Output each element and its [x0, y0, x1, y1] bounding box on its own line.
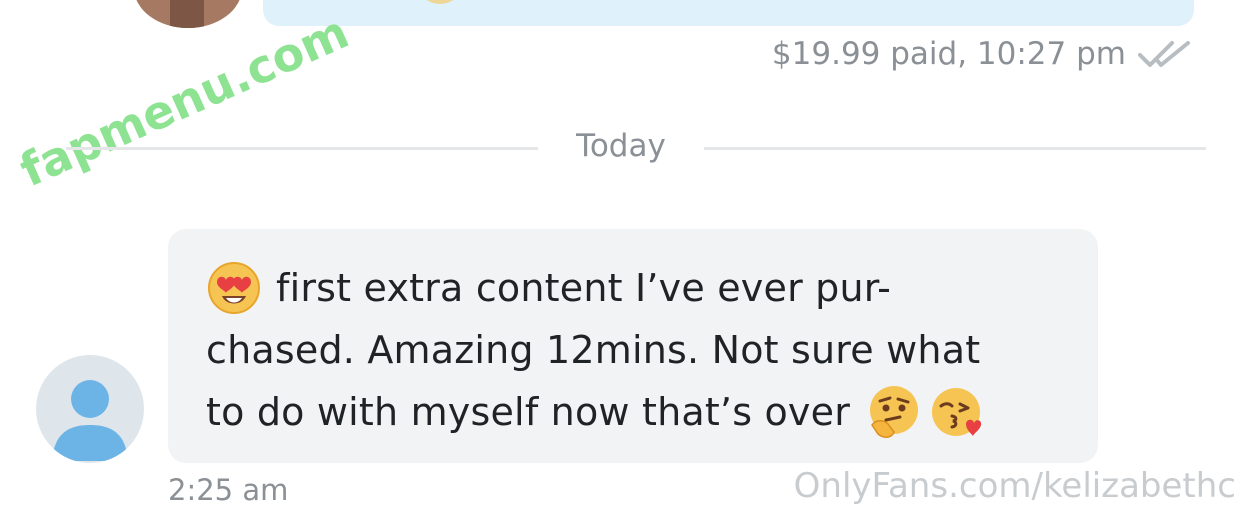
watermark-bottom: OnlyFans.com/kelizabethc [793, 466, 1236, 506]
message-bubble[interactable]: first extra content I’ve ever pur- chase… [168, 229, 1098, 463]
message-line-1: first extra content I’ve ever pur- [206, 257, 1068, 319]
watermark-top: fapmenu.com [12, 4, 357, 198]
divider-label: Today [576, 128, 666, 164]
message-text-line-2: chased. Amazing 12mins. Not sure what [206, 328, 981, 372]
double-check-icon [1138, 38, 1192, 70]
message-timestamp: 2:25 am [168, 473, 289, 507]
message-line-2: chased. Amazing 12mins. Not sure what [206, 319, 1068, 381]
user-avatar-icon [52, 380, 128, 461]
divider-line-right [704, 147, 1206, 150]
heart-eyes-emoji-icon [206, 260, 262, 316]
payment-status: $19.99 paid, 10:27 pm [772, 36, 1192, 72]
previous-sender-avatar[interactable] [134, 0, 242, 28]
avatar[interactable] [36, 355, 144, 463]
day-divider: Today [0, 128, 1242, 168]
message-text-line-1: first extra content I’ve ever pur- [276, 266, 892, 310]
payment-status-text: $19.99 paid, 10:27 pm [771, 36, 1126, 72]
divider-line-left [66, 147, 538, 150]
previous-message-bubble[interactable] [263, 0, 1194, 26]
kissing-heart-emoji-icon [928, 384, 984, 440]
message-line-3: to do with myself now that’s over [206, 381, 1068, 443]
message-text-line-3: to do with myself now that’s over [206, 390, 851, 434]
thinking-face-emoji-icon [866, 384, 922, 440]
